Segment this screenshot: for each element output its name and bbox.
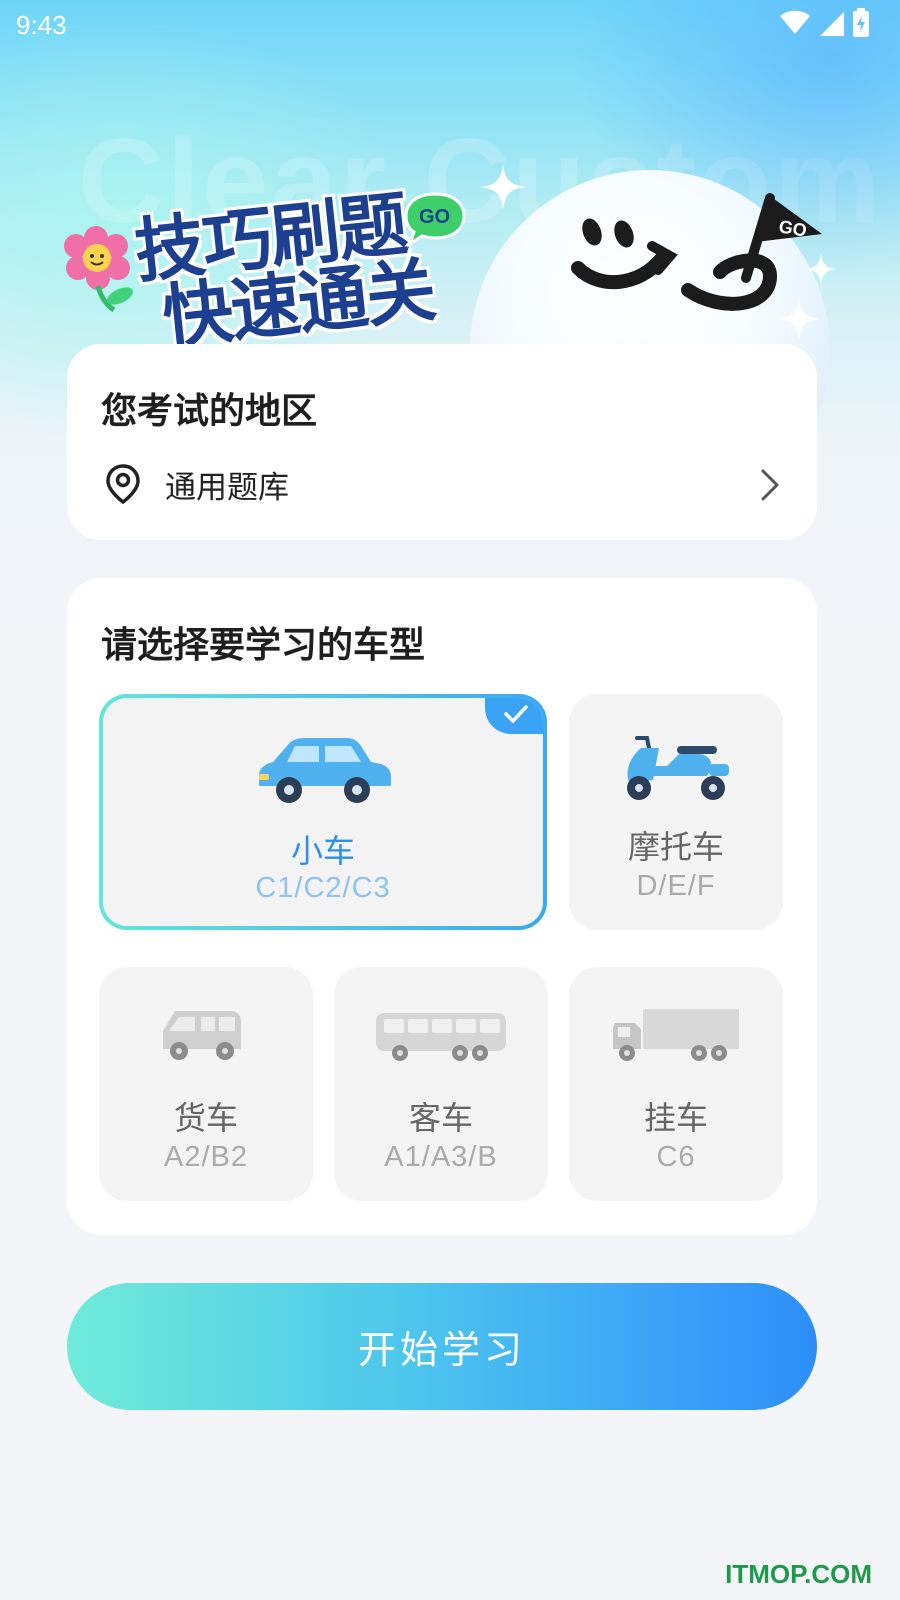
region-value: 通用题库 [165, 469, 289, 506]
go-bubble-text: GO [419, 206, 450, 228]
go-bubble-icon: GO [404, 192, 466, 248]
status-bar: 9:43 [0, 0, 900, 52]
vehicle-name: 挂车 [643, 1099, 708, 1137]
van-icon [163, 1011, 241, 1060]
sparkle-icon [480, 164, 526, 210]
start-learning-button[interactable]: 开始学习 [67, 1283, 817, 1410]
signal-icon [820, 12, 844, 36]
vehicle-name: 摩托车 [627, 828, 724, 866]
bus-icon [376, 1013, 506, 1061]
vehicle-option-bus[interactable]: 客车 A1/A3/B [334, 967, 548, 1201]
car-icon [259, 738, 391, 803]
vehicle-code: D/E/F [636, 870, 716, 902]
scooter-icon [627, 736, 729, 800]
vehicle-name: 小车 [290, 832, 355, 870]
selected-check-icon [485, 698, 543, 734]
vehicle-code: C1/C2/C3 [255, 872, 391, 904]
truck-icon [613, 1009, 739, 1061]
vehicle-option-motorcycle[interactable]: 摩托车 D/E/F [569, 694, 783, 930]
vehicle-option-van[interactable]: 货车 A2/B2 [99, 967, 313, 1201]
vehicle-type-card: 请选择要学习的车型 小车 C1/C2/C3 摩托车 D/E/F 货车 A2/B2… [67, 578, 817, 1235]
watermark: ITMOP.COM [725, 1559, 872, 1589]
chevron-right-icon [761, 469, 779, 501]
status-icons [780, 8, 870, 38]
vehicle-code: A2/B2 [164, 1141, 248, 1173]
start-learning-label: 开始学习 [357, 1330, 526, 1372]
location-pin-icon [101, 460, 145, 508]
vehicle-type-title: 请选择要学习的车型 [101, 625, 426, 666]
region-title: 您考试的地区 [101, 391, 318, 432]
wifi-icon [780, 10, 810, 34]
smiley-flag-illustration: GO [571, 193, 822, 311]
vehicle-name: 客车 [408, 1099, 473, 1137]
vehicle-code: C6 [656, 1141, 696, 1173]
region-selector[interactable]: 通用题库 [101, 456, 791, 512]
status-time: 9:43 [16, 10, 67, 40]
vehicle-name: 货车 [173, 1099, 238, 1137]
vehicle-code: A1/A3/B [384, 1141, 498, 1173]
vehicle-option-trailer[interactable]: 挂车 C6 [569, 967, 783, 1201]
vehicle-option-car[interactable]: 小车 C1/C2/C3 [99, 694, 547, 930]
battery-icon [853, 8, 869, 37]
region-card: 您考试的地区 通用题库 [67, 344, 817, 540]
